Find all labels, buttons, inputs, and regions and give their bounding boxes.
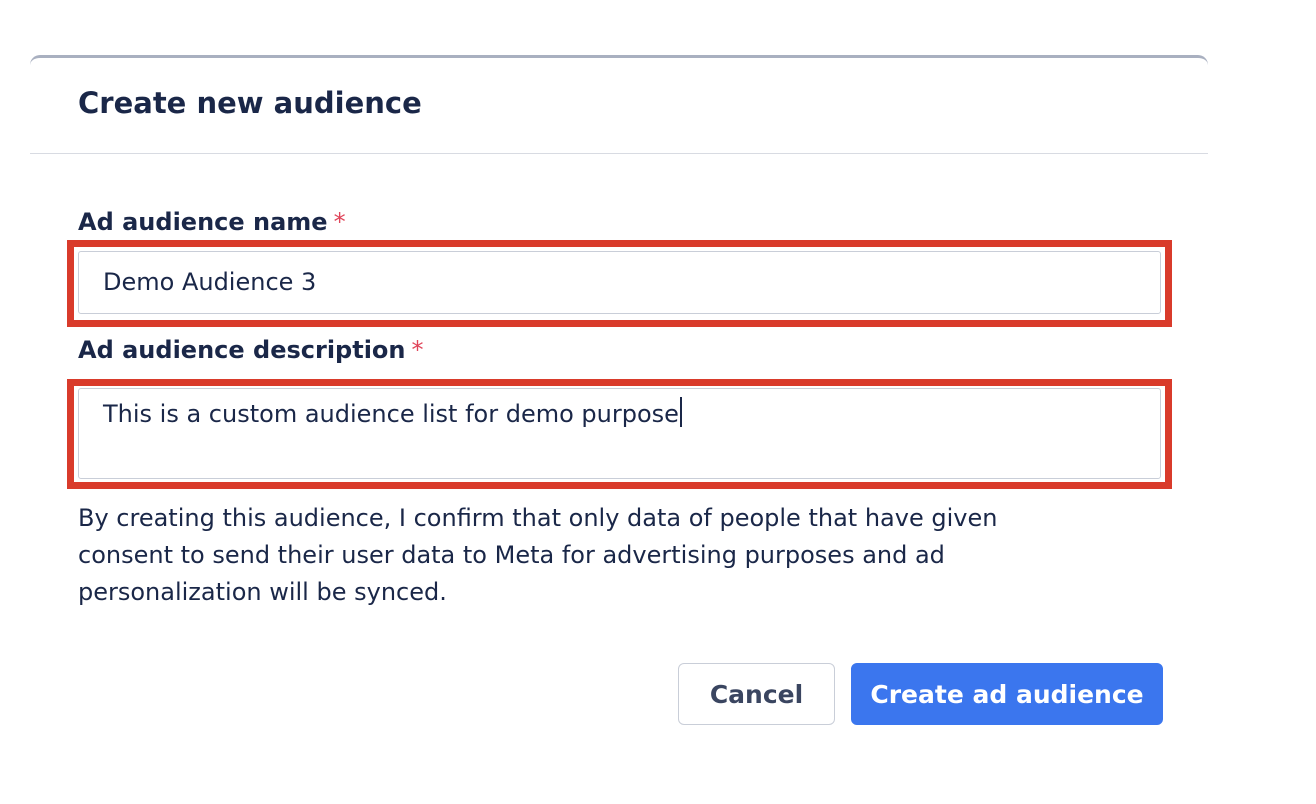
audience-description-label-text: Ad audience description bbox=[78, 336, 406, 364]
required-marker: * bbox=[411, 336, 424, 364]
required-marker: * bbox=[333, 208, 346, 236]
audience-name-label-text: Ad audience name bbox=[78, 208, 328, 236]
create-ad-audience-button[interactable]: Create ad audience bbox=[851, 663, 1163, 725]
audience-description-value: This is a custom audience list for demo … bbox=[103, 400, 679, 428]
dialog-title: Create new audience bbox=[78, 85, 422, 120]
dialog-header: Create new audience bbox=[30, 58, 1208, 154]
cancel-button[interactable]: Cancel bbox=[678, 663, 835, 725]
audience-description-textarea[interactable]: This is a custom audience list for demo … bbox=[78, 388, 1161, 479]
audience-description-label: Ad audience description * bbox=[78, 336, 424, 364]
audience-name-input[interactable]: Demo Audience 3 bbox=[78, 251, 1161, 314]
create-audience-dialog: Create new audience Ad audience name * De… bbox=[30, 55, 1208, 745]
text-caret bbox=[679, 397, 682, 427]
consent-notice: By creating this audience, I confirm tha… bbox=[78, 504, 998, 606]
audience-name-label: Ad audience name * bbox=[78, 208, 346, 236]
audience-name-value: Demo Audience 3 bbox=[103, 268, 317, 296]
